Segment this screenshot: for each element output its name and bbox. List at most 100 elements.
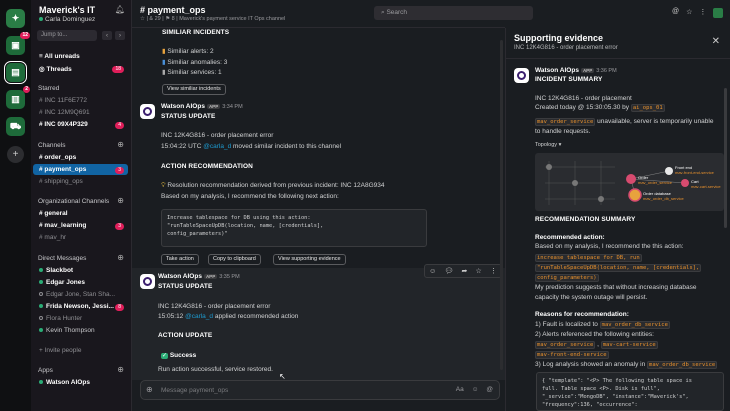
sidebar-item-org-channel[interactable]: # general xyxy=(39,210,68,217)
action-update-heading: ACTION UPDATE xyxy=(158,332,213,339)
sidebar-item-dm[interactable]: Edgar Jone, Stan Sha... xyxy=(39,291,115,298)
mention-icon[interactable]: @ xyxy=(486,386,493,393)
workspace-icon-3[interactable]: ▥ 2 xyxy=(6,86,30,109)
message-sender[interactable]: Watson AIOps APP 3:34 PM xyxy=(161,103,243,110)
rec-code: increase tablespace for DB, run xyxy=(535,254,642,262)
org-channels-header[interactable]: Organizational Channels xyxy=(38,198,109,205)
apps-header[interactable]: Apps xyxy=(38,367,53,374)
add-channel-icon[interactable]: ⊕ xyxy=(117,140,124,149)
user-mention[interactable]: @carla_d xyxy=(185,313,213,320)
mentions-icon[interactable]: @ xyxy=(672,8,679,18)
workspace-switch-icon[interactable]: ✦ xyxy=(6,9,25,28)
sidebar-item-label: All unreads xyxy=(44,53,80,60)
message-scrollbar[interactable] xyxy=(500,40,503,370)
more-icon[interactable]: ⋮ xyxy=(699,8,706,18)
bell-icon[interactable]: 🔔︎ xyxy=(115,5,125,14)
starred-header[interactable]: Starred xyxy=(38,85,59,92)
emoji-icon[interactable]: ☺ xyxy=(472,386,479,393)
sidebar-item-channel[interactable]: # order_ops xyxy=(39,154,76,161)
message-sender[interactable]: Watson AIOps APP 3:35 PM xyxy=(158,273,240,280)
similar-anomalies: ▮ Similiar anomalies: 3 xyxy=(162,58,227,66)
sidebar-item-starred[interactable]: # INC 11F6E772 xyxy=(39,97,87,104)
watson-aiops-avatar[interactable] xyxy=(514,68,529,83)
take-action-button[interactable]: Take action xyxy=(161,254,199,265)
sidebar-item-label: order_ops xyxy=(44,154,77,161)
service-code: mav_order_service xyxy=(535,118,596,126)
recommendation-summary-heading: RECOMMENDATION SUMMARY xyxy=(535,216,636,223)
sidebar-item-org-channel[interactable]: # mav_hr xyxy=(39,234,66,241)
reason-code: mav-cart-service xyxy=(600,341,658,349)
sidebar-item-dm[interactable]: Kevin Thompson xyxy=(39,327,95,334)
panel-scrollbar[interactable] xyxy=(724,88,727,228)
sidebar-item-dm[interactable]: Slackbot xyxy=(39,267,73,274)
incident-summary-heading: INCIDENT SUMMARY xyxy=(535,76,603,83)
created-text: Created today @ 15:30:05.30 by xyxy=(535,104,631,111)
topology-toggle[interactable]: Topology ▾ xyxy=(535,142,561,148)
thread-reply-icon[interactable]: 💬︎ xyxy=(444,267,453,275)
search-input[interactable]: ⌕ Search xyxy=(374,6,533,20)
sidebar-item-all-unreads[interactable]: ≡ All unreads xyxy=(39,53,80,60)
app-tag: APP xyxy=(206,103,221,109)
recommended-action-code: Increase tablespace for DB using this ac… xyxy=(161,209,427,247)
avatar[interactable] xyxy=(713,8,724,18)
format-icon[interactable]: Aa xyxy=(456,386,464,393)
sidebar-item-dm[interactable]: Flora Hunter xyxy=(39,315,82,322)
more-icon[interactable]: ⋮ xyxy=(490,267,497,275)
sidebar-item-starred[interactable]: # INC 09X4P329 xyxy=(39,121,88,128)
message-composer[interactable]: ⊕ Message payment_ops Aa ☺ @ xyxy=(140,380,500,400)
current-user[interactable]: Carla Dominguez xyxy=(39,16,95,23)
bookmark-icon[interactable]: ☆ xyxy=(475,267,481,275)
reason-code: mav_order_service xyxy=(535,341,596,349)
attach-icon[interactable]: ⊕ xyxy=(146,385,153,394)
presence-dot xyxy=(39,17,43,21)
current-user-name: Carla Dominguez xyxy=(45,16,96,23)
workspace-icon-current[interactable]: ▤ xyxy=(4,61,27,84)
sidebar-item-starred[interactable]: # INC 12M9Q691 xyxy=(39,109,90,116)
user-mention[interactable]: @carla_d xyxy=(203,143,231,150)
back-arrow-icon[interactable]: ‹ xyxy=(102,31,112,40)
watson-aiops-avatar[interactable] xyxy=(140,104,155,119)
sender-name: Watson AIOps xyxy=(535,67,579,74)
forward-arrow-icon[interactable]: › xyxy=(115,31,125,40)
topology-diagram[interactable]: Front end mav-front-end-service Order mav_… xyxy=(535,153,724,211)
sidebar-item-threads[interactable]: ◎ Threads xyxy=(39,65,72,73)
copy-to-clipboard-button[interactable]: Copy to clipboard xyxy=(208,254,261,265)
view-supporting-evidence-button[interactable]: View supporting evidence xyxy=(273,254,346,265)
add-org-channel-icon[interactable]: ⊕ xyxy=(117,196,124,205)
sidebar-item-dm[interactable]: Frida Newson, Jessi... xyxy=(39,303,114,310)
sidebar-item-channel[interactable]: # shipping_ops xyxy=(39,178,83,185)
sidebar-item-app[interactable]: Watson AIOps xyxy=(39,379,90,386)
add-workspace-button[interactable]: + xyxy=(7,146,24,163)
channels-header[interactable]: Channels xyxy=(38,142,65,149)
lightbulb-icon: 💡︎ xyxy=(161,182,166,189)
panel-sender[interactable]: Watson AIOps APP 3:36 PM xyxy=(535,67,617,74)
share-icon[interactable]: ➦ xyxy=(461,267,467,275)
success-text: Success xyxy=(169,352,197,359)
workspace-name[interactable]: Maverick's IT xyxy=(39,5,95,15)
rec-code: "runTableSpaceUpDB(location, name, [cred… xyxy=(535,264,702,272)
add-dm-icon[interactable]: ⊕ xyxy=(117,253,124,262)
json-line: "frequency":136, "occurrence": xyxy=(542,402,638,408)
service-icon: ▮ xyxy=(162,69,166,76)
message-time: 3:34 PM xyxy=(222,104,243,110)
sidebar-item-label: shipping_ops xyxy=(44,178,83,185)
sidebar-item-payment-ops[interactable]: # payment_ops xyxy=(39,166,86,173)
workspace-icon-1[interactable]: ▣ 12 xyxy=(6,32,30,55)
view-similar-incidents-button[interactable]: View similiar incidents xyxy=(162,84,226,95)
close-icon[interactable]: ✕ xyxy=(712,36,720,47)
dm-header[interactable]: Direct Messages xyxy=(38,255,86,262)
workspace-icon-4[interactable]: ⛟ xyxy=(6,117,25,136)
sidebar-item-org-channel[interactable]: # mav_learning xyxy=(39,222,86,229)
applied-text: applied recommended action xyxy=(213,313,299,320)
watson-aiops-avatar[interactable] xyxy=(140,274,155,289)
sidebar-item-dm[interactable]: Edgar Jones xyxy=(39,279,85,286)
channel-title[interactable]: # payment_ops xyxy=(140,5,206,15)
jump-to-input[interactable]: Jump to... xyxy=(37,30,97,41)
invite-people-link[interactable]: + Invite people xyxy=(39,347,81,354)
emoji-icon[interactable]: ☺ xyxy=(429,268,436,275)
prediction-line-2: capacity the system outage will persist. xyxy=(535,294,648,301)
star-icon[interactable]: ☆ xyxy=(686,8,692,18)
sidebar-item-label: Threads xyxy=(46,66,72,73)
add-app-icon[interactable]: ⊕ xyxy=(117,365,124,374)
created-line: Created today @ 15:30:05.30 by ai_ops_01 xyxy=(535,104,665,112)
